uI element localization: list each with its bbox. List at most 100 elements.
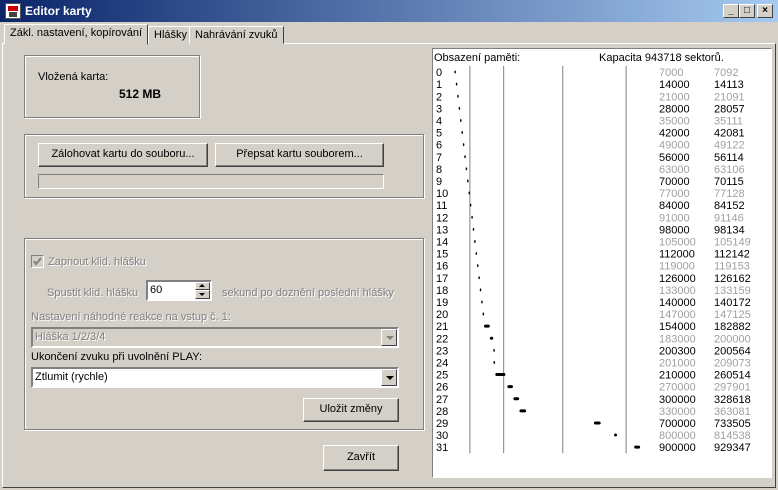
memory-row-index: 14 [436, 236, 448, 248]
memory-segment-bar [474, 239, 476, 243]
memory-row-index: 11 [436, 200, 447, 212]
memory-row-start: 147000 [659, 309, 696, 321]
memory-row-index: 18 [436, 285, 448, 297]
start-idle-suffix: sekund po doznění poslední hlášky [222, 287, 394, 299]
memory-row-end: 42081 [714, 128, 745, 140]
arrow-up-icon [199, 284, 205, 287]
memory-row-end: 733505 [714, 418, 751, 430]
memory-row-end: 84152 [714, 200, 745, 212]
memory-row-index: 17 [436, 273, 448, 285]
memory-row-end: 182882 [714, 321, 751, 333]
tab-sound-recording[interactable]: Nahrávání zvuků [189, 26, 284, 44]
memory-row-index: 9 [436, 176, 442, 188]
memory-row-start: 126000 [659, 273, 696, 285]
memory-row-end: 49122 [714, 140, 745, 152]
memory-row-index: 2 [436, 91, 442, 103]
arrow-down-icon [199, 293, 205, 296]
memory-row-end: 200564 [714, 345, 751, 357]
memory-row-start: 7000 [659, 67, 683, 79]
memory-row-index: 30 [436, 430, 448, 442]
memory-row-start: 200300 [659, 345, 696, 357]
memory-row-end: 297901 [714, 382, 751, 394]
memory-segment-bar [481, 300, 483, 304]
memory-row-start: 28000 [659, 103, 690, 115]
overwrite-card-button[interactable]: Přepsat kartu souborem... [215, 143, 384, 167]
memory-row-start: 35000 [659, 115, 690, 127]
close-button[interactable]: Zavřít [323, 445, 399, 471]
memory-segment-bar [476, 264, 479, 268]
memory-segment-bar [461, 131, 463, 135]
memory-row-end: 7092 [714, 67, 738, 79]
memory-row-end: 35111 [714, 115, 743, 127]
memory-row-end: 98134 [714, 224, 745, 236]
close-window-button[interactable]: × [757, 4, 773, 18]
memory-occupancy-panel: Obsazení paměti: Kapacita 943718 sektorů… [432, 48, 772, 478]
memory-row-start: 140000 [659, 297, 696, 309]
memory-row-index: 22 [436, 333, 448, 345]
memory-row-end: 929347 [714, 442, 751, 454]
chevron-down-icon[interactable] [381, 329, 397, 346]
enable-idle-label: Zapnout klid. hlášku [48, 256, 146, 268]
memory-row-end: 260514 [714, 370, 751, 382]
memory-row-index: 29 [436, 418, 448, 430]
memory-row-end: 77128 [714, 188, 745, 200]
memory-row-index: 16 [436, 261, 448, 273]
memory-row-end: 91146 [714, 212, 744, 224]
save-changes-button[interactable]: Uložit změny [303, 398, 399, 422]
enable-idle-checkbox[interactable] [31, 255, 44, 268]
tab-basic-settings[interactable]: Zákl. nastavení, kopírování [4, 24, 149, 45]
memory-row-end: 363081 [714, 406, 751, 418]
tab-messages[interactable]: Hlášky [148, 26, 194, 44]
memory-segment-bar [507, 385, 513, 389]
memory-row-index: 21 [436, 321, 448, 333]
memory-row-index: 13 [436, 224, 448, 236]
memory-row-start: 77000 [659, 188, 690, 200]
memory-row-start: 183000 [659, 333, 696, 345]
stepper-down-button[interactable] [195, 290, 210, 299]
start-seconds-stepper[interactable]: 60 [146, 280, 212, 301]
memory-row-start: 700000 [659, 418, 696, 430]
backup-progress-bar [38, 174, 384, 189]
memory-row-start: 56000 [659, 152, 690, 164]
memory-segment-bar [465, 167, 468, 171]
card-label: Vložená karta: [38, 71, 109, 83]
memory-row-end: 112142 [714, 249, 750, 261]
memory-map-chart: 0 7000 7092 1 14000 14113 2 21000 21091 3 28000 280… [436, 66, 751, 454]
memory-row-end: 21091 [714, 91, 745, 103]
memory-row-start: 42000 [659, 128, 690, 140]
memory-row-index: 5 [436, 128, 442, 140]
backup-card-button[interactable]: Zálohovat kartu do souboru... [38, 143, 208, 167]
memory-row-end: 126162 [714, 273, 751, 285]
end-sound-value: Ztlumit (rychle) [35, 371, 108, 383]
memory-row-start: 210000 [659, 370, 696, 382]
random-reaction-select[interactable]: Hláška 1/2/3/4 [31, 327, 399, 348]
memory-row-end: 14113 [714, 79, 744, 91]
memory-row-start: 270000 [659, 382, 696, 394]
memory-row-start: 300000 [659, 394, 696, 406]
memory-row-start: 800000 [659, 430, 696, 442]
start-seconds-value: 60 [150, 284, 163, 296]
memory-row-index: 25 [436, 370, 448, 382]
stepper-up-button[interactable] [195, 282, 210, 290]
memory-row-start: 105000 [659, 236, 696, 248]
maximize-button[interactable]: □ [739, 4, 755, 18]
memory-row-index: 28 [436, 406, 448, 418]
memory-row-end: 328618 [714, 394, 751, 406]
chevron-down-icon[interactable] [381, 369, 397, 386]
memory-row-end: 133159 [714, 285, 751, 297]
memory-segment-bar [464, 155, 466, 159]
card-info-box [24, 55, 200, 118]
memory-segment-bar [513, 397, 520, 401]
memory-row-index: 3 [436, 103, 442, 115]
memory-segment-bar [455, 82, 458, 86]
minimize-button[interactable]: _ [723, 4, 739, 18]
memory-row-start: 201000 [659, 357, 696, 369]
end-sound-select[interactable]: Ztlumit (rychle) [31, 367, 399, 388]
memory-segment-bar [468, 191, 471, 195]
memory-segment-bar [482, 312, 485, 316]
memory-row-start: 900000 [659, 442, 696, 454]
memory-row-end: 814538 [714, 430, 751, 442]
start-idle-label: Spustit klid. hlášku [47, 287, 139, 299]
memory-row-start: 63000 [659, 164, 690, 176]
memory-row-end: 105149 [714, 236, 751, 248]
